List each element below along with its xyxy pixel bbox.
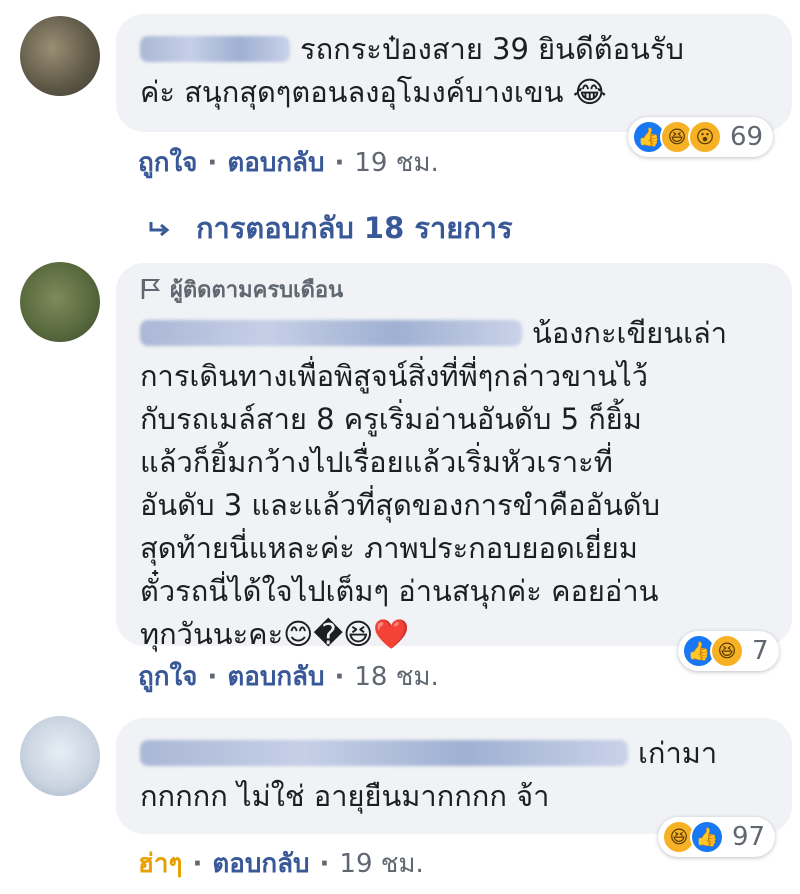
avatar[interactable] (20, 262, 100, 342)
reaction-count: 7 (752, 636, 769, 666)
comment-author-blurred[interactable] (140, 740, 628, 766)
comment-bubble: รถกระป๋องสาย 39 ยินดีต้อนรับ ค่ะ สนุกสุด… (116, 14, 792, 132)
comment-text-line: กกกกก ไม่ใช่ อายุยืนมากกกก จ้า (140, 779, 550, 813)
comment-text-line: รถกระป๋องสาย 39 ยินดีต้อนรับ (300, 32, 684, 66)
view-replies-link[interactable]: การตอบกลับ 18 รายการ (148, 205, 513, 251)
comment-bubble: ผู้ติดตามครบเดือน น้องกะเขียนเล่า การเดิ… (116, 263, 792, 651)
view-replies-label: การตอบกลับ 18 รายการ (196, 211, 513, 245)
reaction-summary[interactable]: 👍 😆 7 (678, 631, 779, 671)
wow-icon: 😮 (688, 120, 722, 154)
follower-badge: ผู้ติดตามครบเดือน (140, 273, 768, 312)
comment-actions: ถูกใจ · ตอบกลับ · 19 ชม. (138, 148, 439, 178)
comment-text-line: แล้วก็ยิ้มกว้างไปเรื่อยแล้วเริ่มหัวเราะท… (140, 445, 613, 479)
reaction-count: 97 (732, 822, 766, 852)
comment-text-line: ทุกวันนะคะ😊�😆❤️ (140, 617, 410, 651)
comment-author-blurred[interactable] (140, 320, 522, 346)
avatar[interactable] (20, 16, 100, 96)
badge-label: ผู้ติดตามครบเดือน (170, 278, 344, 303)
reaction-summary[interactable]: 😆 👍 97 (658, 817, 776, 857)
comment-time[interactable]: 19 ชม. (339, 849, 423, 879)
comment-actions: ถูกใจ · ตอบกลับ · 18 ชม. (138, 662, 439, 692)
comment-time[interactable]: 19 ชม. (354, 148, 438, 178)
comment-text-line: ตั๋วรถนี่ได้ใจไปเต็มๆ อ่านสนุกค่ะ คอยอ่า… (140, 574, 659, 608)
reply-button[interactable]: ตอบกลับ (227, 148, 324, 178)
comment-text-line: น้องกะเขียนเล่า (532, 316, 728, 350)
avatar[interactable] (20, 716, 100, 796)
comment-text-line: การเดินทางเพื่อพิสูจน์สิ่งที่พี่ๆกล่าวขา… (140, 359, 648, 393)
haha-reaction-button[interactable]: ฮ่าๆ (138, 849, 182, 879)
comment-author-blurred[interactable] (140, 36, 290, 62)
comment-text-line: กับรถเมล์สาย 8 ครูเริ่มอ่านอันดับ 5 ก็ยิ… (140, 402, 642, 436)
like-button[interactable]: ถูกใจ (138, 662, 197, 692)
reply-button[interactable]: ตอบกลับ (227, 662, 324, 692)
comment-text-line: ค่ะ สนุกสุดๆตอนลงอุโมงค์บางเขน 😂 (140, 75, 607, 109)
flag-icon (140, 276, 162, 312)
reply-arrow-icon (148, 211, 170, 245)
reaction-count: 69 (730, 122, 764, 152)
haha-icon: 😆 (710, 634, 744, 668)
comment-text-line: อันดับ 3 และแล้วที่สุดของการขำคืออันดับ (140, 488, 661, 522)
comment-time[interactable]: 18 ชม. (354, 662, 438, 692)
comment-actions: ฮ่าๆ · ตอบกลับ · 19 ชม. (138, 849, 424, 879)
reaction-summary[interactable]: 👍 😆 😮 69 (628, 117, 774, 157)
reply-button[interactable]: ตอบกลับ (212, 849, 309, 879)
like-icon: 👍 (690, 820, 724, 854)
comment-text-line: สุดท้ายนี่แหละค่ะ ภาพประกอบยอดเยี่ยม (140, 531, 638, 565)
comment-text-line: เก่ามา (638, 736, 718, 770)
like-button[interactable]: ถูกใจ (138, 148, 197, 178)
